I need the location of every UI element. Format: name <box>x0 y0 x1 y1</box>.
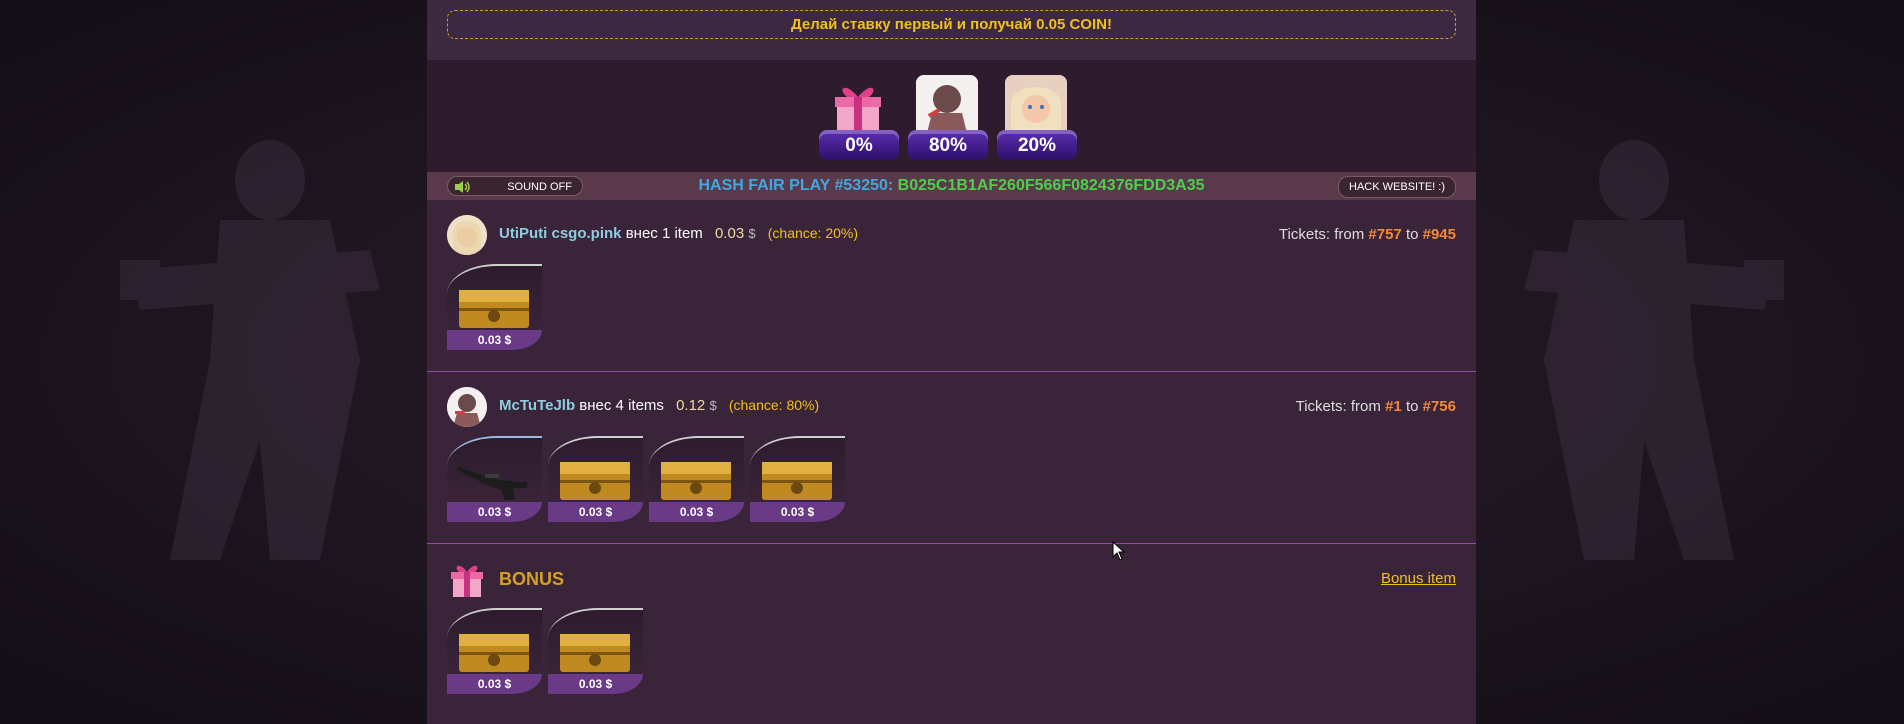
weapon-case-icon <box>661 462 731 500</box>
player-avatar-1 <box>1005 75 1067 137</box>
rifle-icon <box>457 466 527 500</box>
bet-info: McTuTeJlb внес 4 items 0.12 $ (chance: 8… <box>499 397 819 414</box>
item-price: 0.03 $ <box>649 502 744 522</box>
item-price: 0.03 $ <box>447 330 542 350</box>
weapon-case-icon <box>459 290 529 328</box>
player-name[interactable]: UtiPuti csgo.pink <box>499 225 622 242</box>
hack-website-button[interactable]: HACK WEBSITE! :) <box>1338 176 1456 198</box>
item-price: 0.03 $ <box>750 502 845 522</box>
bet-action: внес 1 item <box>625 225 703 242</box>
player-avatar-2 <box>916 75 978 137</box>
weapon-case-icon <box>459 634 529 672</box>
mouse-cursor-icon <box>1112 541 1126 561</box>
bet-amount: 0.12 $ <box>676 397 717 414</box>
bet-chance: (chance: 80%) <box>728 397 820 413</box>
weapon-case-icon <box>762 462 832 500</box>
gift-icon <box>447 559 487 599</box>
bet-chance: (chance: 20%) <box>767 225 859 241</box>
chance-percent: 80% <box>908 130 988 160</box>
bonus-section: BONUS Bonus item 0.03 $ 0.03 $ <box>427 544 1476 724</box>
player-name[interactable]: McTuTeJlb <box>499 397 575 414</box>
item-card[interactable]: 0.03 $ <box>548 604 643 694</box>
item-card[interactable]: 0.03 $ <box>447 604 542 694</box>
item-card[interactable]: 0.03 $ <box>447 432 542 522</box>
item-card[interactable]: 0.03 $ <box>649 432 744 522</box>
bet-info: UtiPuti csgo.pink внес 1 item 0.03 $ (ch… <box>499 225 858 242</box>
chance-bar: 0% 80% 20% <box>427 60 1476 172</box>
promo-banner: Делай ставку первый и получай 0.05 COIN! <box>447 10 1456 39</box>
avatar[interactable] <box>447 215 487 255</box>
background-soldier-right <box>1524 140 1784 560</box>
weapon-case-icon <box>560 462 630 500</box>
bet-header: McTuTeJlb внес 4 items 0.12 $ (chance: 8… <box>447 387 1456 427</box>
gift-icon <box>827 75 889 137</box>
tickets-range: Tickets: from #1 to #756 <box>1295 398 1456 415</box>
avatar[interactable] <box>447 387 487 427</box>
weapon-case-icon <box>560 634 630 672</box>
top-banner: Делай ставку первый и получай 0.05 COIN! <box>427 0 1476 60</box>
chance-card-player-2[interactable]: 80% <box>908 75 988 160</box>
chance-percent: 0% <box>819 130 899 160</box>
main-panel: Делай ставку первый и получай 0.05 COIN!… <box>427 0 1476 724</box>
bet-header: UtiPuti csgo.pink внес 1 item 0.03 $ (ch… <box>447 215 1456 255</box>
hash-label: HASH FAIR PLAY #53250: <box>698 177 894 194</box>
bet-amount: 0.03 $ <box>714 225 756 242</box>
bet-action: внес 4 items <box>579 397 664 414</box>
bet-entry: UtiPuti csgo.pink внес 1 item 0.03 $ (ch… <box>427 200 1476 372</box>
bonus-item-link[interactable]: Bonus item <box>1381 570 1456 587</box>
bonus-header: BONUS Bonus item <box>447 559 1456 599</box>
item-price: 0.03 $ <box>548 502 643 522</box>
chance-card-bonus[interactable]: 0% <box>819 75 899 160</box>
item-price: 0.03 $ <box>548 674 643 694</box>
hash-fair-play: HASH FAIR PLAY #53250: B025C1B1AF260F566… <box>427 172 1476 200</box>
background-soldier-left <box>120 140 380 560</box>
chance-percent: 20% <box>997 130 1077 160</box>
item-price: 0.03 $ <box>447 674 542 694</box>
hash-bar: SOUND OFF HASH FAIR PLAY #53250: B025C1B… <box>427 172 1476 200</box>
item-card[interactable]: 0.03 $ <box>548 432 643 522</box>
chance-card-player-1[interactable]: 20% <box>997 75 1077 160</box>
item-price: 0.03 $ <box>447 502 542 522</box>
bet-entry: McTuTeJlb внес 4 items 0.12 $ (chance: 8… <box>427 372 1476 544</box>
item-card[interactable]: 0.03 $ <box>750 432 845 522</box>
bonus-title: BONUS <box>499 569 565 589</box>
hash-value: B025C1B1AF260F566F0824376FDD3A35 <box>897 177 1205 194</box>
tickets-range: Tickets: from #757 to #945 <box>1278 226 1456 243</box>
item-card[interactable]: 0.03 $ <box>447 260 542 350</box>
